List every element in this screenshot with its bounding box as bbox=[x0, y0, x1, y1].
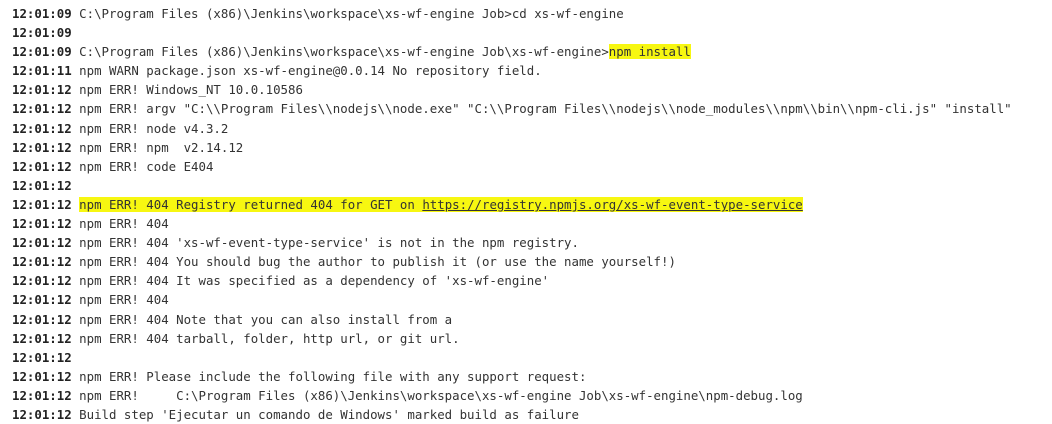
console-line: 12:01:11 npm WARN package.json xs-wf-eng… bbox=[12, 61, 1052, 80]
line-text: npm ERR! C:\Program Files (x86)\Jenkins\… bbox=[71, 387, 803, 403]
timestamp: 12:01:12 bbox=[12, 311, 72, 327]
console-line: 12:01:12 npm ERR! 404 Registry returned … bbox=[12, 195, 1052, 214]
console-line: 12:01:12 npm ERR! 404 Note that you can … bbox=[12, 310, 1052, 329]
line-text: npm ERR! 404 You should bug the author t… bbox=[71, 254, 676, 270]
line-text: npm ERR! node v4.3.2 bbox=[71, 120, 229, 136]
console-line: 12:01:12 npm ERR! 404 bbox=[12, 290, 1052, 309]
timestamp: 12:01:09 bbox=[12, 6, 72, 21]
console-line: 12:01:09 bbox=[12, 23, 1052, 42]
line-text: npm ERR! code E404 bbox=[71, 158, 214, 174]
console-line: 12:01:12 npm ERR! C:\Program Files (x86)… bbox=[12, 386, 1052, 405]
line-text: npm ERR! npm v2.14.12 bbox=[71, 139, 244, 155]
line-text: npm ERR! argv "C:\\Program Files\\nodejs… bbox=[71, 101, 1012, 117]
timestamp: 12:01:12 bbox=[12, 158, 72, 174]
line-text: npm ERR! 404 bbox=[71, 216, 169, 232]
console-line: 12:01:12 npm ERR! 404 tarball, folder, h… bbox=[12, 329, 1052, 348]
console-line: 12:01:09 C:\Program Files (x86)\Jenkins\… bbox=[12, 4, 1052, 23]
console-line: 12:01:12 npm ERR! code E404 bbox=[12, 157, 1052, 176]
line-text: npm ERR! 404 Note that you can also inst… bbox=[71, 311, 453, 327]
timestamp: 12:01:12 bbox=[12, 216, 72, 232]
console-line: 12:01:12 npm ERR! argv "C:\\Program File… bbox=[12, 99, 1052, 118]
line-text: npm ERR! 404 bbox=[71, 292, 169, 308]
line-text: npm ERR! 404 It was specified as a depen… bbox=[71, 273, 550, 289]
highlighted-error: npm ERR! 404 Registry returned 404 for G… bbox=[79, 196, 803, 212]
line-text: npm ERR! Please include the following fi… bbox=[71, 368, 587, 384]
timestamp: 12:01:12 bbox=[12, 349, 72, 365]
line-text: npm ERR! 404 'xs-wf-event-type-service' … bbox=[71, 235, 579, 251]
timestamp: 12:01:12 bbox=[12, 387, 72, 403]
registry-link[interactable]: https://registry.npmjs.org/xs-wf-event-t… bbox=[422, 197, 802, 212]
console-line: 12:01:12 Build step 'Ejecutar un comando… bbox=[12, 405, 1052, 424]
line-text: C:\Program Files (x86)\Jenkins\workspace… bbox=[71, 6, 624, 21]
error-text: npm ERR! 404 Registry returned 404 for G… bbox=[79, 196, 423, 212]
timestamp: 12:01:12 bbox=[12, 235, 72, 251]
timestamp: 12:01:12 bbox=[12, 139, 72, 155]
timestamp: 12:01:12 bbox=[12, 330, 72, 346]
console-line: 12:01:12 npm ERR! 404 'xs-wf-event-type-… bbox=[12, 233, 1052, 252]
timestamp: 12:01:12 bbox=[12, 177, 72, 193]
timestamp: 12:01:12 bbox=[12, 273, 72, 289]
timestamp: 12:01:12 bbox=[12, 254, 72, 270]
console-line: 12:01:12 npm ERR! node v4.3.2 bbox=[12, 119, 1052, 138]
timestamp: 12:01:09 bbox=[12, 44, 72, 60]
timestamp: 12:01:12 bbox=[12, 120, 72, 136]
timestamp: 12:01:12 bbox=[12, 196, 72, 212]
line-text: npm WARN package.json xs-wf-engine@0.0.1… bbox=[71, 63, 542, 79]
console-line: 12:01:09 C:\Program Files (x86)\Jenkins\… bbox=[12, 42, 1052, 61]
timestamp: 12:01:11 bbox=[12, 63, 72, 79]
timestamp: 12:01:12 bbox=[12, 101, 72, 117]
console-line: 12:01:12 npm ERR! 404 bbox=[12, 214, 1052, 233]
highlighted-command: npm install bbox=[608, 44, 691, 60]
timestamp: 12:01:12 bbox=[12, 292, 72, 308]
console-line: 12:01:12 npm ERR! Windows_NT 10.0.10586 bbox=[12, 80, 1052, 99]
console-line: 12:01:12 npm ERR! npm v2.14.12 bbox=[12, 138, 1052, 157]
line-text: npm ERR! 404 tarball, folder, http url, … bbox=[71, 330, 460, 346]
timestamp: 12:01:12 bbox=[12, 82, 72, 98]
line-text: C:\Program Files (x86)\Jenkins\workspace… bbox=[71, 44, 609, 60]
timestamp: 12:01:12 bbox=[12, 368, 72, 384]
line-text: Build step 'Ejecutar un comando de Windo… bbox=[71, 406, 579, 422]
console-line: 12:01:12 npm ERR! 404 It was specified a… bbox=[12, 271, 1052, 290]
line-text: npm ERR! Windows_NT 10.0.10586 bbox=[71, 82, 303, 98]
console-line: 12:01:12 bbox=[12, 176, 1052, 195]
timestamp: 12:01:09 bbox=[12, 25, 72, 41]
console-line: 12:01:12 bbox=[12, 348, 1052, 367]
console-line: 12:01:12 npm ERR! Please include the fol… bbox=[12, 367, 1052, 386]
console-line: 12:01:12 npm ERR! 404 You should bug the… bbox=[12, 252, 1052, 271]
timestamp: 12:01:12 bbox=[12, 406, 72, 422]
console-output: 12:01:09 C:\Program Files (x86)\Jenkins\… bbox=[12, 4, 1052, 424]
